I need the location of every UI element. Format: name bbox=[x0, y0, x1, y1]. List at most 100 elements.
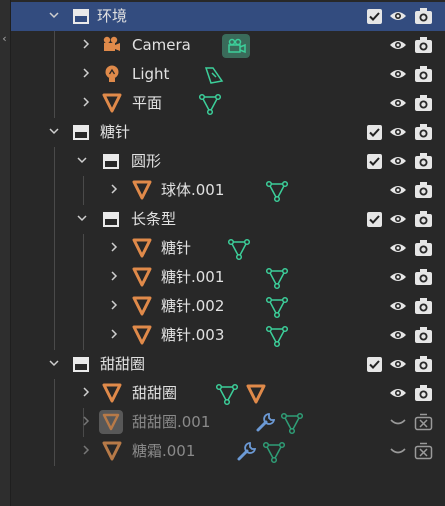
chevron-right-icon[interactable] bbox=[81, 387, 91, 397]
object-label: 糖针.003 bbox=[161, 326, 225, 344]
camera-render-icon[interactable] bbox=[414, 326, 433, 344]
chevron-right-icon[interactable] bbox=[81, 39, 91, 49]
camera-render-icon[interactable] bbox=[414, 210, 433, 228]
eye-icon[interactable] bbox=[389, 357, 407, 371]
chevron-right-icon[interactable] bbox=[109, 184, 119, 194]
mesh-data-icon[interactable] bbox=[280, 411, 304, 435]
panel-edge bbox=[0, 0, 11, 506]
wrench-icon[interactable] bbox=[254, 411, 278, 435]
chevron-down-icon[interactable] bbox=[49, 10, 59, 20]
camera-render-icon[interactable] bbox=[414, 152, 433, 170]
chevron-down-icon[interactable] bbox=[77, 213, 87, 223]
camera-render-icon[interactable] bbox=[414, 355, 433, 373]
chevron-right-icon[interactable] bbox=[81, 416, 91, 426]
light-data-icon[interactable] bbox=[203, 63, 227, 87]
mesh-data-icon[interactable] bbox=[215, 382, 239, 406]
chevron-down-icon[interactable] bbox=[49, 358, 59, 368]
chevron-right-icon[interactable] bbox=[81, 68, 91, 78]
outliner-row-sprinkle-002[interactable]: 糖针.002 bbox=[11, 292, 445, 321]
eye-icon[interactable] bbox=[389, 125, 407, 139]
chevron-right-icon[interactable] bbox=[109, 271, 119, 281]
exclude-checkbox[interactable] bbox=[367, 212, 382, 227]
outliner-row-collection-sprinkles[interactable]: 糖针 bbox=[11, 118, 445, 147]
outliner-row-sphere-001[interactable]: 球体.001 bbox=[11, 176, 445, 205]
mesh-data-icon[interactable] bbox=[265, 295, 289, 319]
mesh-object-icon bbox=[132, 180, 152, 200]
mesh-data-icon[interactable] bbox=[265, 266, 289, 290]
eye-icon[interactable] bbox=[389, 299, 407, 313]
camera-render-icon[interactable] bbox=[414, 36, 433, 54]
eye-closed-icon[interactable] bbox=[389, 444, 407, 458]
eye-icon[interactable] bbox=[389, 328, 407, 342]
outliner-row-plane[interactable]: 平面 bbox=[11, 89, 445, 118]
collection-label: 糖针 bbox=[100, 123, 131, 141]
exclude-checkbox[interactable] bbox=[367, 9, 382, 24]
outliner-row-camera[interactable]: Camera bbox=[11, 31, 445, 60]
exclude-checkbox[interactable] bbox=[367, 125, 382, 140]
camera-label: Camera bbox=[132, 36, 191, 54]
mesh-object-icon bbox=[102, 93, 122, 113]
eye-icon[interactable] bbox=[389, 67, 407, 81]
camera-render-icon[interactable] bbox=[414, 181, 433, 199]
eye-icon[interactable] bbox=[389, 154, 407, 168]
camera-render-icon[interactable] bbox=[414, 384, 433, 402]
outliner-row-collection-round[interactable]: 圆形 bbox=[11, 147, 445, 176]
chevron-right-icon[interactable] bbox=[109, 300, 119, 310]
collapse-region-arrow-icon[interactable]: ‹ bbox=[0, 32, 9, 46]
camera-render-icon[interactable] bbox=[414, 7, 433, 25]
exclude-checkbox[interactable] bbox=[367, 154, 382, 169]
eye-closed-icon[interactable] bbox=[389, 415, 407, 429]
camera-render-icon[interactable] bbox=[414, 297, 433, 315]
wrench-icon[interactable] bbox=[235, 440, 259, 464]
eye-icon[interactable] bbox=[389, 38, 407, 52]
outliner-row-icing-001[interactable]: 糖霜.001 bbox=[11, 437, 445, 466]
chevron-right-icon[interactable] bbox=[109, 329, 119, 339]
outliner-row-sprinkle[interactable]: 糖针 bbox=[11, 234, 445, 263]
eye-icon[interactable] bbox=[389, 96, 407, 110]
eye-icon[interactable] bbox=[389, 212, 407, 226]
mesh-data-icon[interactable] bbox=[227, 237, 251, 261]
collection-label: 圆形 bbox=[131, 152, 162, 170]
camera-object-icon bbox=[101, 35, 121, 55]
outliner-row-light[interactable]: Light bbox=[11, 60, 445, 89]
outliner-row-sprinkle-003[interactable]: 糖针.003 bbox=[11, 321, 445, 350]
mesh-data-icon[interactable] bbox=[262, 440, 286, 464]
eye-icon[interactable] bbox=[389, 270, 407, 284]
camera-render-icon[interactable] bbox=[414, 123, 433, 141]
camera-render-disabled-icon[interactable] bbox=[414, 413, 433, 431]
chevron-right-icon[interactable] bbox=[81, 97, 91, 107]
chevron-down-icon[interactable] bbox=[49, 126, 59, 136]
light-object-icon bbox=[102, 64, 122, 84]
child-object-icon[interactable] bbox=[244, 382, 268, 406]
camera-render-icon[interactable] bbox=[414, 65, 433, 83]
chevron-right-icon[interactable] bbox=[81, 445, 91, 455]
mesh-data-icon[interactable] bbox=[265, 324, 289, 348]
mesh-data-icon[interactable] bbox=[198, 92, 222, 116]
camera-render-disabled-icon[interactable] bbox=[414, 442, 433, 460]
eye-icon[interactable] bbox=[389, 9, 407, 23]
outliner-row-donut-001[interactable]: 甜甜圈.001 bbox=[11, 408, 445, 437]
camera-data-icon[interactable] bbox=[222, 34, 250, 58]
exclude-checkbox[interactable] bbox=[367, 357, 382, 372]
camera-render-icon[interactable] bbox=[414, 268, 433, 286]
camera-render-icon[interactable] bbox=[414, 239, 433, 257]
object-label: 糖针 bbox=[161, 239, 192, 257]
camera-render-icon[interactable] bbox=[414, 94, 433, 112]
collection-icon bbox=[71, 354, 91, 374]
outliner-row-sprinkle-001[interactable]: 糖针.001 bbox=[11, 263, 445, 292]
object-label: 甜甜圈.001 bbox=[132, 413, 211, 431]
chevron-down-icon[interactable] bbox=[77, 155, 87, 165]
collection-label: 环境 bbox=[97, 7, 128, 25]
outliner-row-collection-long[interactable]: 长条型 bbox=[11, 205, 445, 234]
outliner-row-collection-donut[interactable]: 甜甜圈 bbox=[11, 350, 445, 379]
object-label: 甜甜圈 bbox=[132, 384, 178, 402]
mesh-object-icon bbox=[132, 267, 152, 287]
eye-icon[interactable] bbox=[389, 386, 407, 400]
mesh-data-icon[interactable] bbox=[265, 179, 289, 203]
outliner-row-donut[interactable]: 甜甜圈 bbox=[11, 379, 445, 408]
eye-icon[interactable] bbox=[389, 241, 407, 255]
mesh-object-icon bbox=[132, 296, 152, 316]
chevron-right-icon[interactable] bbox=[109, 242, 119, 252]
outliner-row-collection-env[interactable]: 环境 bbox=[11, 2, 445, 31]
eye-icon[interactable] bbox=[389, 183, 407, 197]
